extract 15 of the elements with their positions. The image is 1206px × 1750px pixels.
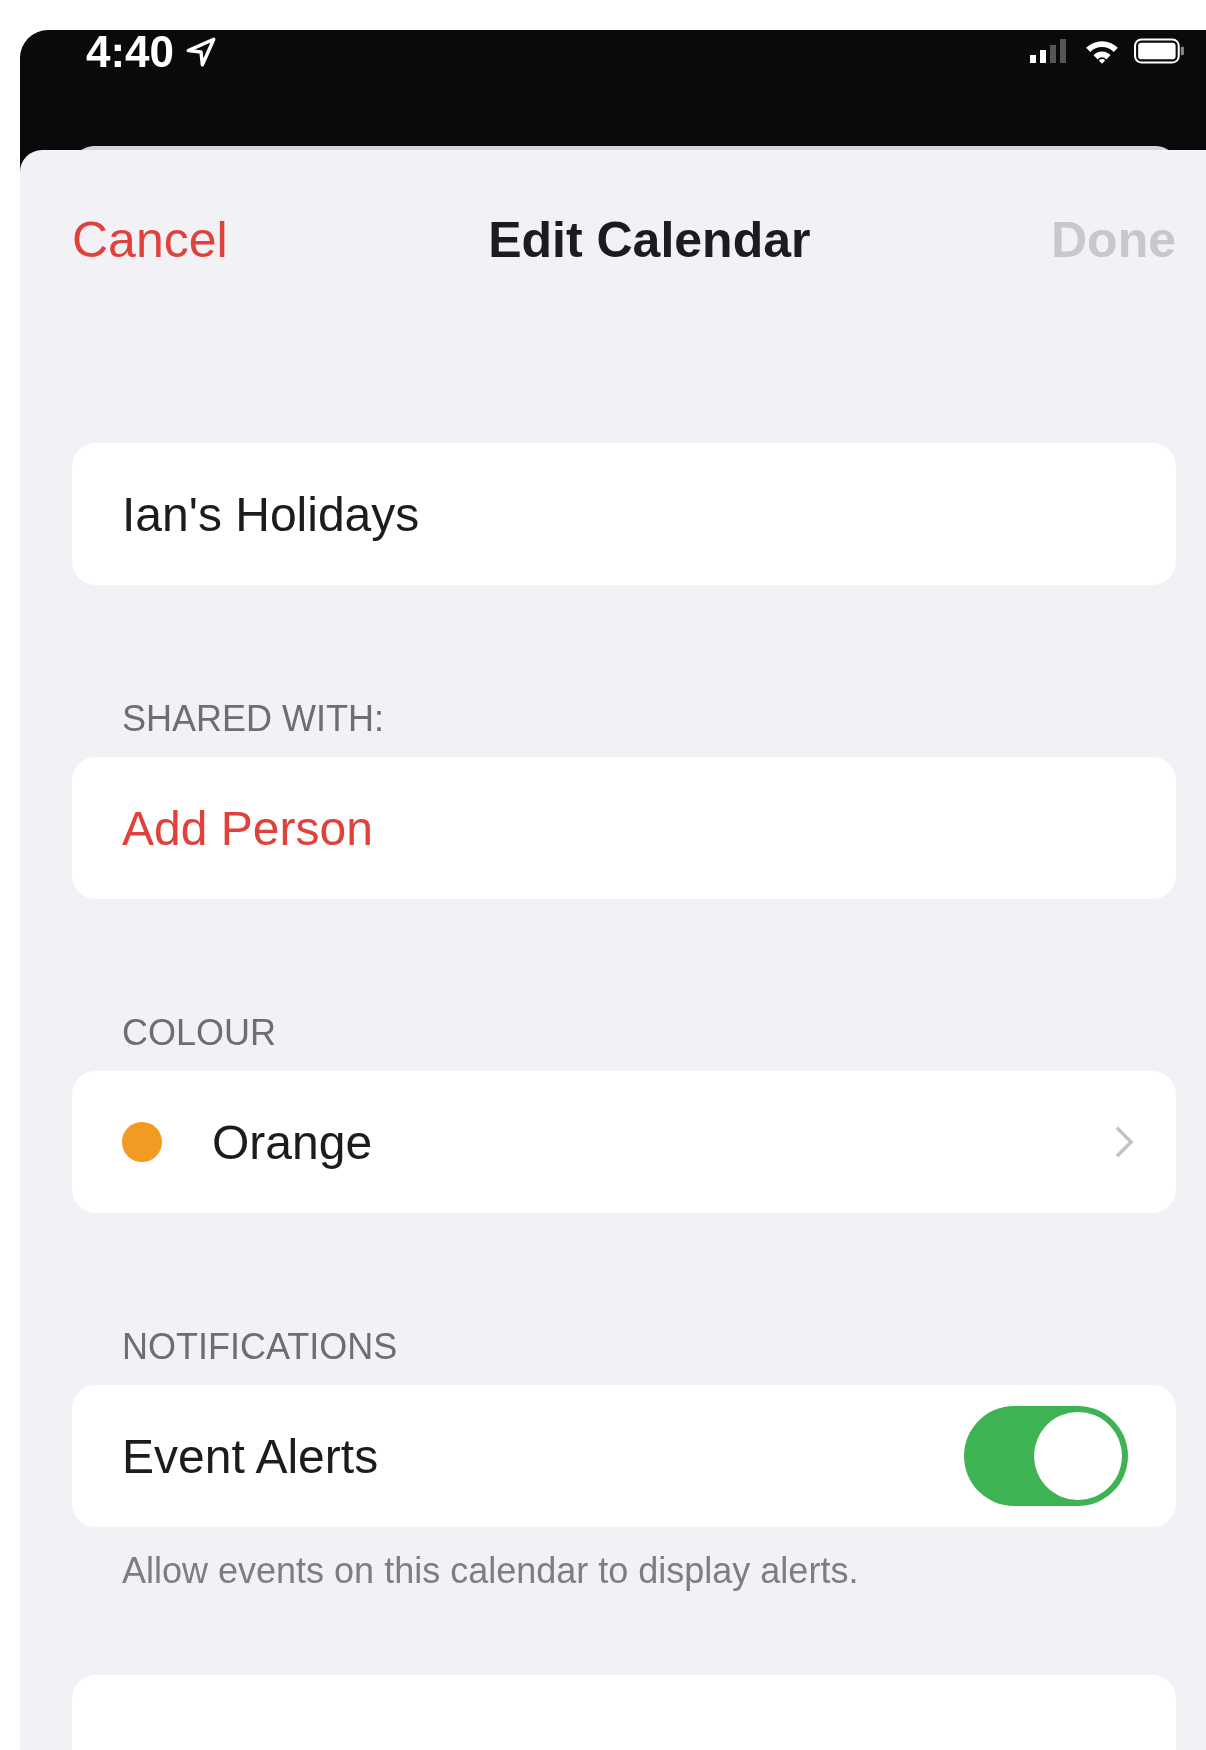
sheet-title: Edit Calendar — [488, 211, 811, 269]
chevron-right-icon — [1114, 1125, 1134, 1159]
add-person-button[interactable]: Add Person — [72, 757, 1176, 899]
battery-icon — [1134, 38, 1186, 64]
wifi-icon — [1084, 38, 1120, 64]
section-footer: Allow events on this calendar to display alerts. — [72, 1527, 1206, 1593]
colour-row[interactable]: Orange — [72, 1071, 1176, 1213]
calendar-name-field[interactable]: Ian's Holidays — [72, 443, 1176, 585]
cancel-button[interactable]: Cancel — [72, 212, 228, 268]
section-header: NOTIFICATIONS — [121, 1325, 399, 1369]
section-header: SHARED WITH: — [121, 697, 385, 741]
colour-name: Orange — [212, 1114, 374, 1170]
section-header: COLOUR — [121, 1011, 278, 1055]
status-time: 4:40 — [86, 30, 175, 74]
event-alerts-label: Event Alerts — [122, 1428, 380, 1484]
